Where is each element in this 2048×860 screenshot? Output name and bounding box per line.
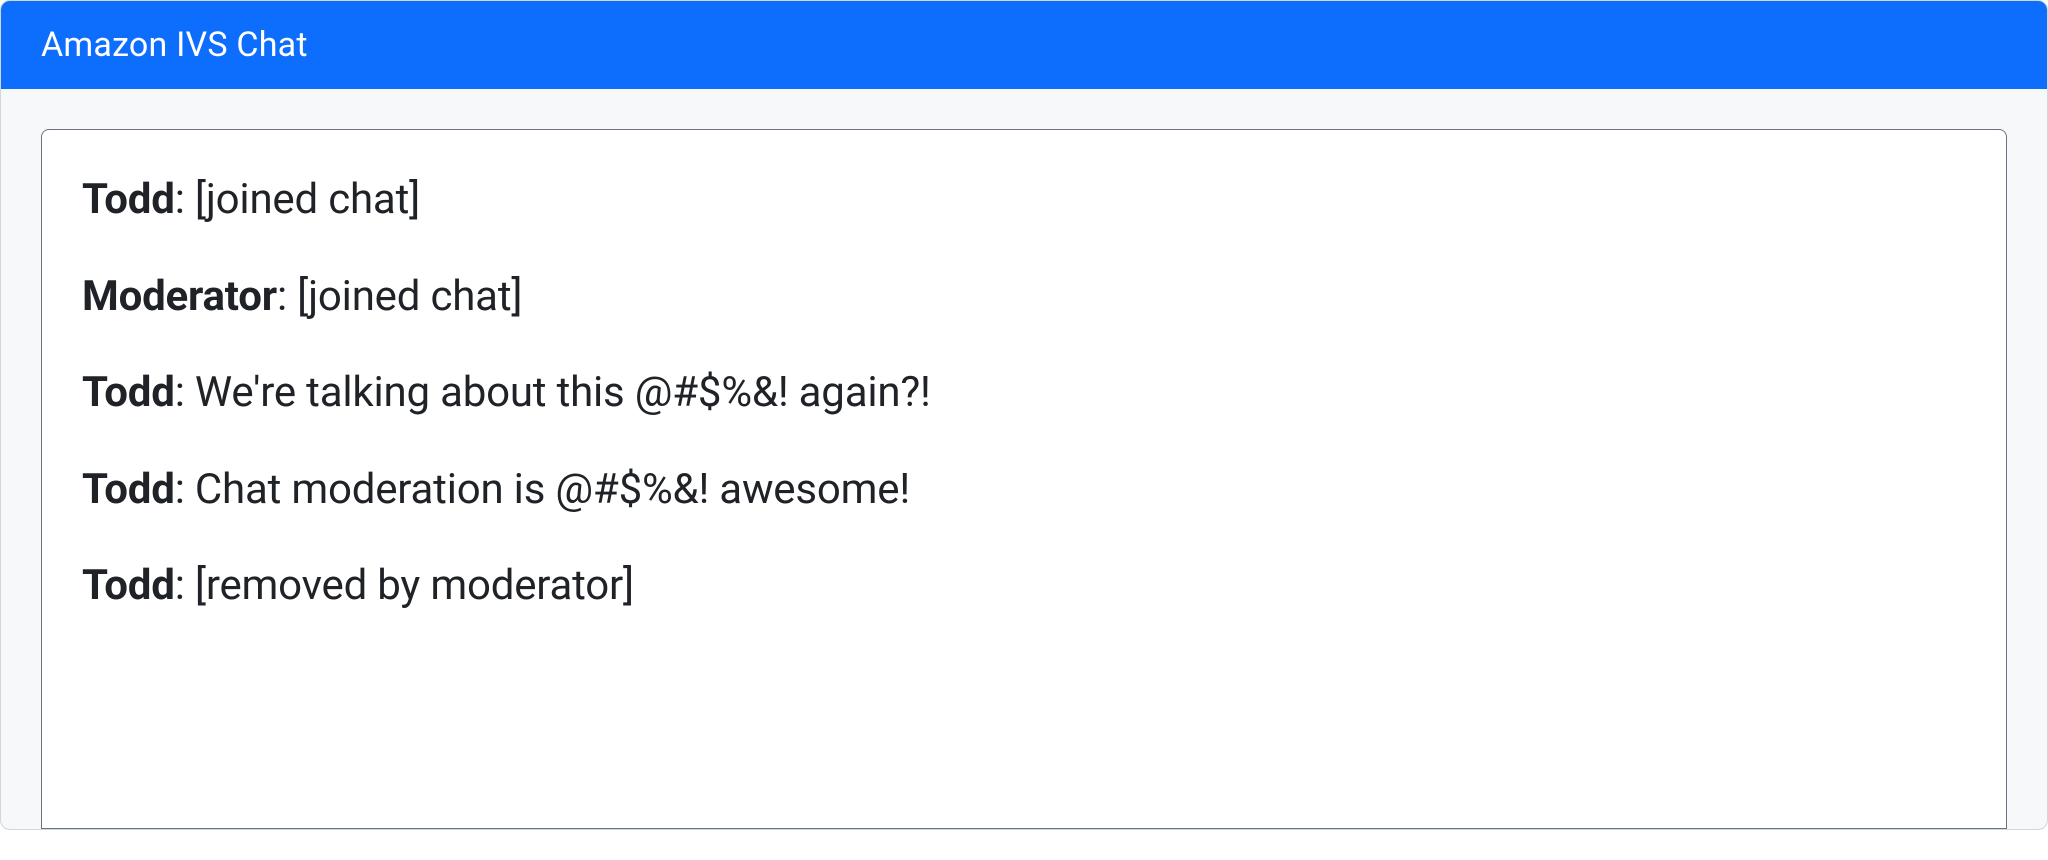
chat-text: [joined chat] [195,175,420,224]
chat-text: We're talking about this @#$%&! again?! [195,368,931,417]
chat-separator: : [175,465,195,514]
panel-title: Amazon IVS Chat [1,1,2047,89]
chat-message: Moderator: [joined chat] [82,271,1966,324]
chat-text: Chat moderation is @#$%&! awesome! [195,465,910,514]
chat-username: Moderator [82,272,277,321]
chat-log: Todd: [joined chat] Moderator: [joined c… [41,129,2007,829]
chat-text: [removed by moderator] [195,561,634,610]
chat-separator: : [175,175,195,224]
panel-body: Todd: [joined chat] Moderator: [joined c… [1,89,2047,829]
chat-message: Todd: [removed by moderator] [82,560,1966,613]
chat-separator: : [175,561,195,610]
chat-username: Todd [82,465,175,514]
chat-message: Todd: [joined chat] [82,174,1966,227]
chat-panel: Amazon IVS Chat Todd: [joined chat] Mode… [0,0,2048,830]
chat-separator: : [277,272,297,321]
chat-username: Todd [82,561,175,610]
chat-username: Todd [82,175,175,224]
chat-separator: : [175,368,195,417]
chat-message: Todd: We're talking about this @#$%&! ag… [82,367,1966,420]
chat-message: Todd: Chat moderation is @#$%&! awesome! [82,464,1966,517]
chat-text: [joined chat] [297,272,522,321]
chat-username: Todd [82,368,175,417]
